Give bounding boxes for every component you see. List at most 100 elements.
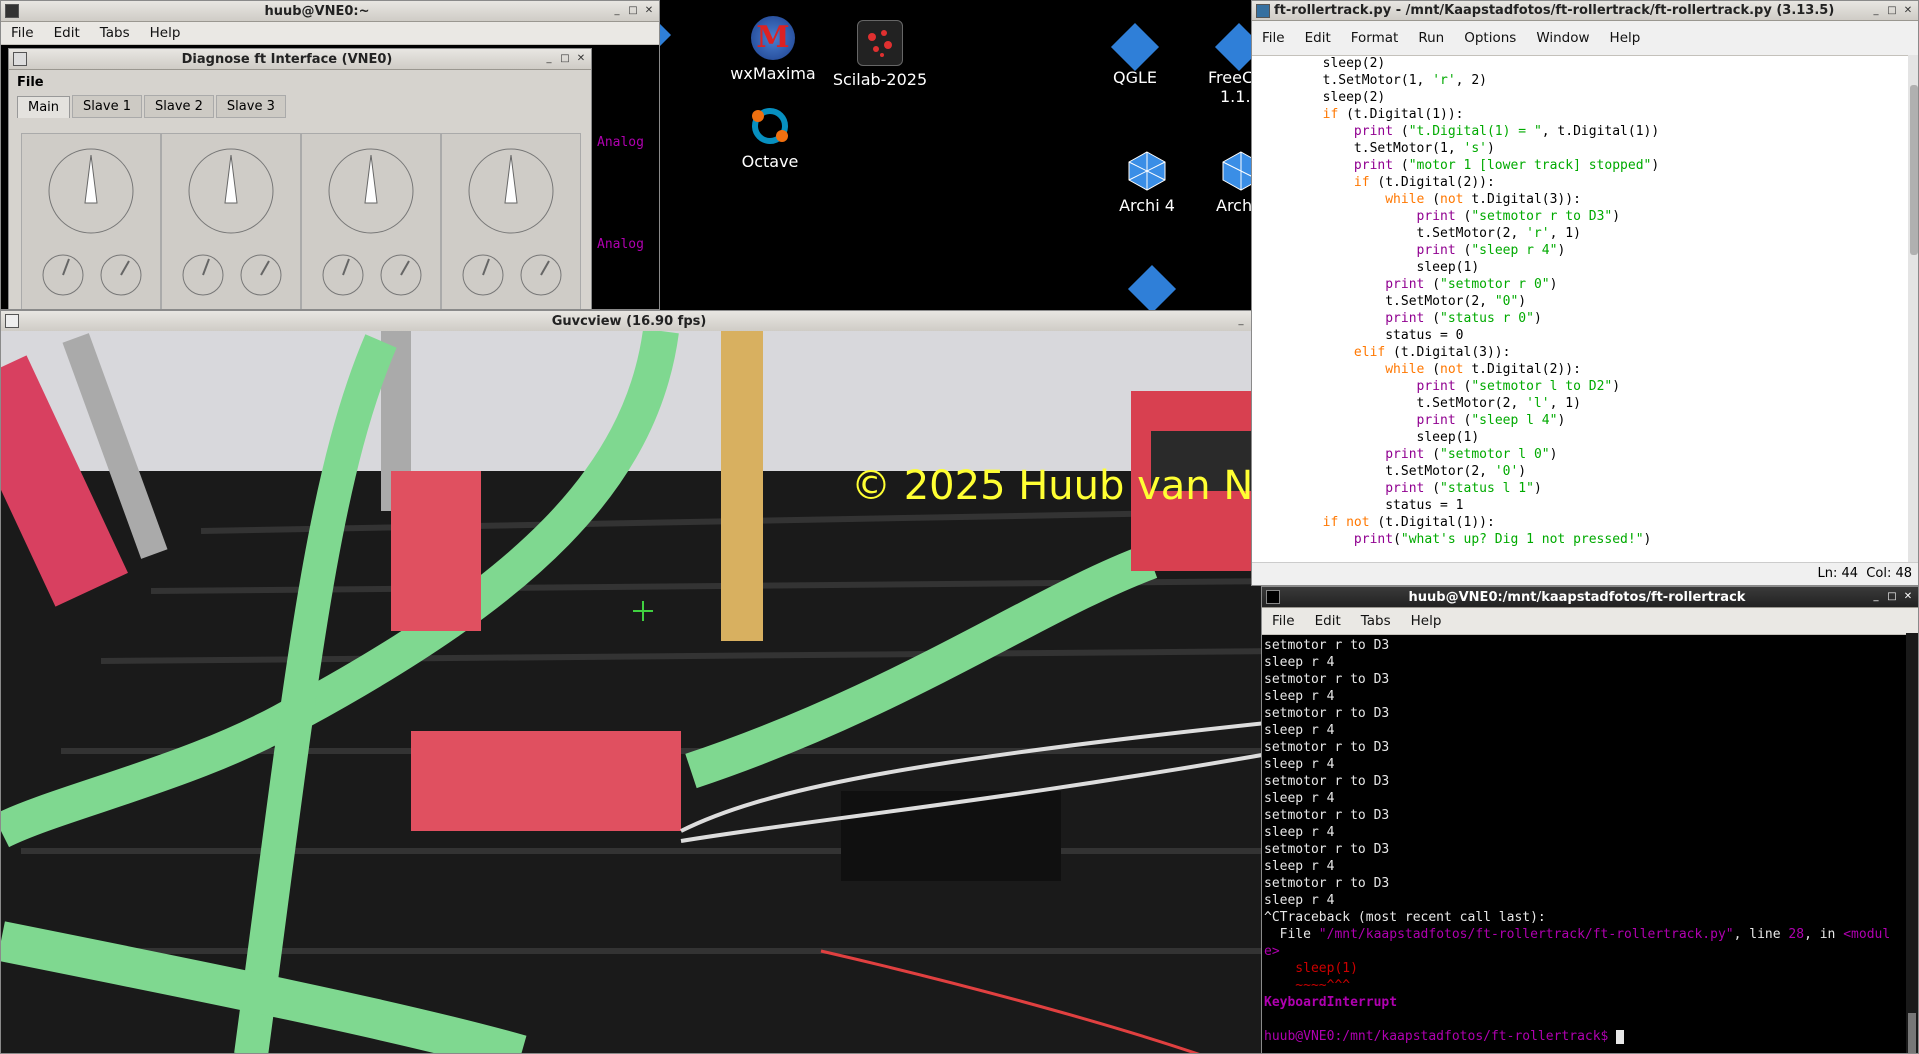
code-line: t.SetMotor(2, 'r', 1) (1260, 226, 1581, 241)
output-line: setmotor r to D3 (1264, 842, 1390, 857)
code-line: sleep(2) (1260, 90, 1386, 105)
terminal-output[interactable]: setmotor r to D3 sleep r 4 setmotor r to D… (1264, 637, 1904, 1053)
code-line: print ("status l 1") (1385, 481, 1542, 496)
menu-run[interactable]: Run (1408, 30, 1454, 46)
menu-file[interactable]: File (1262, 613, 1305, 629)
title-bar[interactable]: huub@VNE0:~ _ □ ✕ (1, 1, 659, 22)
minimize-icon[interactable]: _ (1870, 591, 1882, 603)
vertical-scrollbar[interactable] (1906, 633, 1918, 1053)
output-line: sleep r 4 (1264, 723, 1335, 738)
terminal-icon (5, 4, 19, 18)
desktop-icon-archi[interactable]: Archi (1210, 150, 1260, 215)
blue-gear-icon (1110, 22, 1160, 72)
menu-format[interactable]: Format (1341, 30, 1409, 46)
title-bar[interactable]: Diagnose ft Interface (VNE0) _ □ ✕ (9, 49, 591, 70)
menu-window[interactable]: Window (1526, 30, 1599, 46)
code-line: print ("motor 1 [lower track] stopped") (1353, 158, 1660, 173)
desktop-icon-octave[interactable]: Octave (715, 104, 825, 171)
maximize-icon[interactable]: □ (1886, 591, 1898, 603)
analog-label: Analog (597, 135, 644, 150)
menu-file[interactable]: File (1, 25, 44, 41)
code-line: status = 0 (1260, 328, 1464, 343)
shell-prompt[interactable]: huub@VNE0:/mnt/kaapstadfotos/ft-rollertr… (1264, 1028, 1904, 1045)
menu-help[interactable]: Help (1401, 613, 1452, 629)
output-line: setmotor r to D3 (1264, 876, 1390, 891)
tab-slave-2[interactable]: Slave 2 (143, 95, 214, 118)
output-line: setmotor r to D3 (1264, 672, 1390, 687)
terminal-icon (1266, 590, 1280, 604)
desktop-icon-scilab[interactable]: Scilab-2025 (825, 20, 935, 89)
code-line: print ("t.Digital(1) = ", t.Digital(1)) (1353, 124, 1660, 139)
scrollbar-thumb[interactable] (1910, 85, 1918, 255)
menu-bar: File Edit Tabs Help (1, 22, 659, 45)
title-bar[interactable]: Guvcview (16.90 fps) _□✕ (1, 311, 1283, 332)
maximize-icon[interactable]: □ (1886, 5, 1898, 17)
tab-slave-1[interactable]: Slave 1 (72, 95, 142, 118)
window-title: Guvcview (16.90 fps) (551, 313, 707, 329)
status-bar: Ln: 44 Col: 48 (1252, 562, 1918, 585)
code-line: while (not t.Digital(3)): (1385, 192, 1581, 207)
cursor (1616, 1029, 1625, 1044)
code-line: print ("status r 0") (1385, 311, 1542, 326)
menu-file[interactable]: File (17, 75, 44, 90)
traceback-code-line: sleep(1) (1264, 961, 1358, 976)
output-line: setmotor r to D3 (1264, 774, 1390, 789)
minimize-icon[interactable]: _ (1870, 5, 1882, 17)
code-text: sleep(2) t.SetMotor(1, 'r', 2) sleep(2) … (1252, 55, 1910, 565)
traceback-header: ^CTraceback (most recent call last): (1264, 910, 1546, 925)
menu-file[interactable]: File (1252, 30, 1295, 46)
output-line: sleep r 4 (1264, 689, 1335, 704)
terminal-window-bottom: huub@VNE0:/mnt/kaapstadfotos/ft-rollertr… (1261, 586, 1919, 1054)
code-line: t.SetMotor(2, '0') (1260, 464, 1527, 479)
code-line: sleep(1) (1260, 260, 1480, 275)
code-line: if not (t.Digital(1)): (1322, 515, 1495, 530)
menu-edit[interactable]: Edit (1295, 30, 1341, 46)
close-icon[interactable]: ✕ (575, 53, 587, 65)
close-icon[interactable]: ✕ (643, 5, 655, 17)
minimize-icon[interactable]: _ (543, 53, 555, 65)
wxmaxima-icon: M (751, 16, 795, 60)
code-line: print ("setmotor r 0") (1385, 277, 1558, 292)
menu-tabs[interactable]: Tabs (90, 25, 140, 41)
traceback-carets: ~~~~^^^ (1264, 978, 1351, 993)
code-line: sleep(1) (1260, 430, 1480, 445)
menu-help[interactable]: Help (1600, 30, 1651, 46)
title-bar[interactable]: huub@VNE0:/mnt/kaapstadfotos/ft-rollertr… (1262, 587, 1918, 608)
camera-view[interactable]: © 2025 Huub van Niekerk (1, 331, 1283, 1053)
scrollbar-thumb[interactable] (1908, 1013, 1916, 1053)
menu-edit[interactable]: Edit (1305, 613, 1351, 629)
desktop-icon-freecad[interactable]: FreeC 1.1. (1200, 22, 1264, 106)
close-icon[interactable]: ✕ (1902, 591, 1914, 603)
code-line: print ("sleep l 4") (1416, 413, 1566, 428)
tab-bar: Main Slave 1 Slave 2 Slave 3 (9, 94, 591, 118)
cursor-position: Ln: 44 Col: 48 (1817, 566, 1913, 581)
minimize-icon[interactable]: _ (1235, 315, 1247, 327)
camera-image (1, 331, 1283, 1053)
menu-options[interactable]: Options (1454, 30, 1526, 46)
maximize-icon[interactable]: □ (559, 53, 571, 65)
desktop-icon-wxmaxima[interactable]: M wxMaxima (718, 16, 828, 83)
traceback-file-line: File "/mnt/kaapstadfotos/ft-rollertrack/… (1264, 927, 1891, 942)
title-bar[interactable]: ft-rollertrack.py - /mnt/Kaapstadfotos/f… (1252, 1, 1918, 21)
output-line: sleep r 4 (1264, 655, 1335, 670)
menu-tabs[interactable]: Tabs (1351, 613, 1401, 629)
desktop-icon-qgle[interactable]: QGLE (1080, 22, 1190, 87)
output-line: sleep r 4 (1264, 825, 1335, 840)
menu-help[interactable]: Help (140, 25, 191, 41)
app-icon (13, 52, 27, 66)
vertical-scrollbar[interactable] (1908, 55, 1918, 565)
menu-edit[interactable]: Edit (44, 25, 90, 41)
desktop-icon-archi4[interactable]: Archi 4 (1092, 150, 1202, 215)
code-line: if (t.Digital(1)): (1322, 107, 1464, 122)
close-icon[interactable]: ✕ (1902, 5, 1914, 17)
code-area[interactable]: sleep(2) t.SetMotor(1, 'r', 2) sleep(2) … (1252, 55, 1918, 565)
code-line: if (t.Digital(2)): (1353, 175, 1495, 190)
menu-bar: File (9, 70, 591, 94)
minimize-icon[interactable]: _ (611, 5, 623, 17)
maximize-icon[interactable]: □ (627, 5, 639, 17)
tab-slave-3[interactable]: Slave 3 (215, 95, 286, 118)
code-line: t.SetMotor(1, 'r', 2) (1260, 73, 1487, 88)
error-message: KeyboardInterrupt (1264, 995, 1398, 1010)
tab-main[interactable]: Main (17, 96, 71, 118)
traceback-module-wrap: e> (1264, 944, 1280, 959)
